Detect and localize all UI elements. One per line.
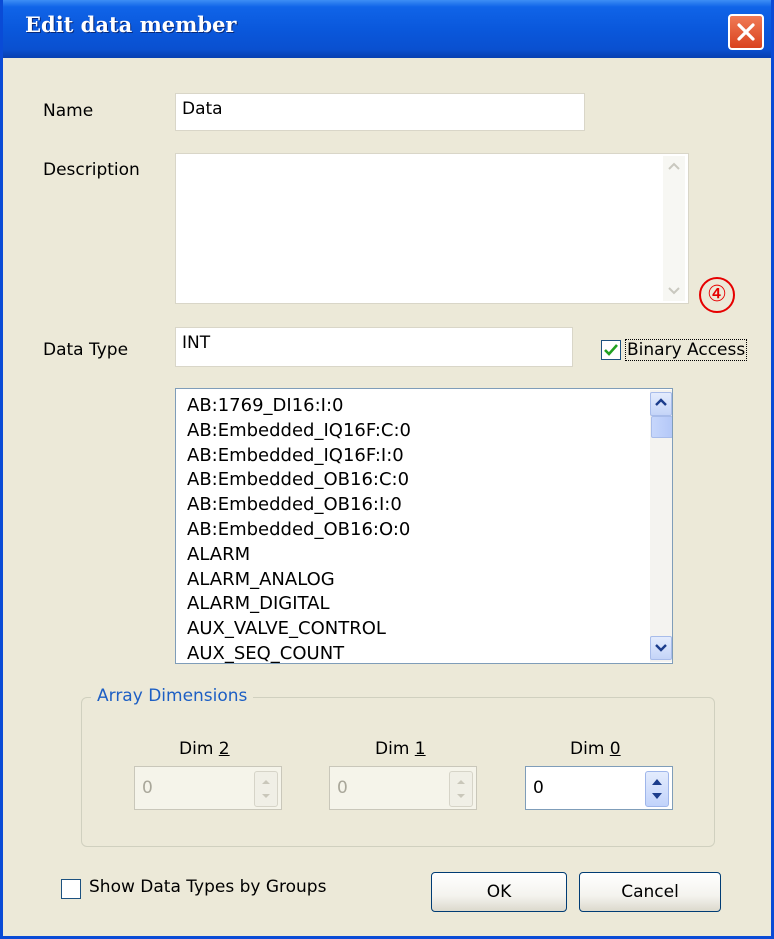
list-item[interactable]: AB:Embedded_IQ16F:I:0 — [187, 445, 404, 466]
dim-0-value[interactable]: 0 — [533, 778, 544, 798]
dialog-title: Edit data member — [25, 12, 237, 37]
list-scrollbar[interactable] — [650, 390, 672, 662]
data-type-label: Data Type — [43, 340, 129, 360]
list-item[interactable]: AUX_SEQ_COUNT — [187, 643, 344, 663]
spin-arrows-icon[interactable] — [645, 771, 669, 807]
name-input[interactable]: Data — [175, 93, 585, 131]
dim-0-spinner[interactable]: 0 — [525, 766, 673, 810]
dim-1-value: 0 — [337, 778, 348, 798]
description-scrollbar[interactable] — [663, 156, 685, 301]
spin-arrows-icon — [449, 771, 473, 807]
data-type-input[interactable]: INT — [175, 327, 573, 367]
show-groups-checkbox[interactable]: Show Data Types by Groups — [61, 876, 381, 904]
list-item[interactable]: AB:Embedded_OB16:C:0 — [187, 469, 409, 490]
dim-2-spinner: 0 — [134, 766, 282, 810]
dim-1-label: Dim 1 — [375, 739, 426, 759]
chevron-down-icon[interactable] — [650, 636, 672, 660]
show-groups-label: Show Data Types by Groups — [89, 877, 327, 897]
chevron-up-icon[interactable] — [650, 392, 672, 416]
cancel-button[interactable]: Cancel — [579, 872, 721, 912]
chevron-up-icon[interactable] — [663, 156, 685, 178]
annotation-marker: ④ — [699, 277, 735, 313]
checkbox-box[interactable] — [61, 879, 81, 899]
list-item[interactable]: AUX_VALVE_CONTROL — [187, 618, 386, 639]
close-icon — [737, 23, 755, 41]
list-item[interactable]: AB:1769_DI16:I:0 — [187, 395, 344, 416]
dim-2-value: 0 — [142, 778, 153, 798]
dim-1-spinner: 0 — [329, 766, 477, 810]
edit-data-member-dialog: Edit data member Name Data Description ④… — [0, 0, 774, 939]
list-item[interactable]: ALARM_ANALOG — [187, 569, 335, 590]
dim-2-label: Dim 2 — [179, 739, 230, 759]
close-button[interactable] — [728, 14, 764, 50]
chevron-down-icon[interactable] — [663, 279, 685, 301]
checkbox-box[interactable] — [601, 340, 621, 360]
scroll-thumb[interactable] — [651, 416, 672, 438]
spin-arrows-icon — [254, 771, 278, 807]
title-bar[interactable]: Edit data member — [3, 0, 771, 58]
name-label: Name — [43, 101, 94, 121]
list-item[interactable]: AB:Embedded_IQ16F:C:0 — [187, 420, 411, 441]
list-item[interactable]: AB:Embedded_OB16:O:0 — [187, 519, 410, 540]
data-type-list[interactable]: AB:1769_DI16:I:0 AB:Embedded_IQ16F:C:0 AB:… — [175, 388, 673, 664]
dim-0-label: Dim 0 — [570, 739, 621, 759]
ok-button[interactable]: OK — [431, 872, 567, 912]
binary-access-label: Binary Access — [625, 339, 748, 361]
array-dimensions-label: Array Dimensions — [91, 686, 254, 706]
description-label: Description — [43, 160, 140, 180]
list-item[interactable]: ALARM — [187, 544, 250, 565]
list-item[interactable]: AB:Embedded_OB16:I:0 — [187, 494, 402, 515]
binary-access-checkbox[interactable]: Binary Access — [599, 334, 767, 366]
list-item[interactable]: ALARM_DIGITAL — [187, 593, 329, 614]
checkmark-icon — [604, 344, 618, 356]
description-textarea[interactable] — [175, 153, 689, 304]
